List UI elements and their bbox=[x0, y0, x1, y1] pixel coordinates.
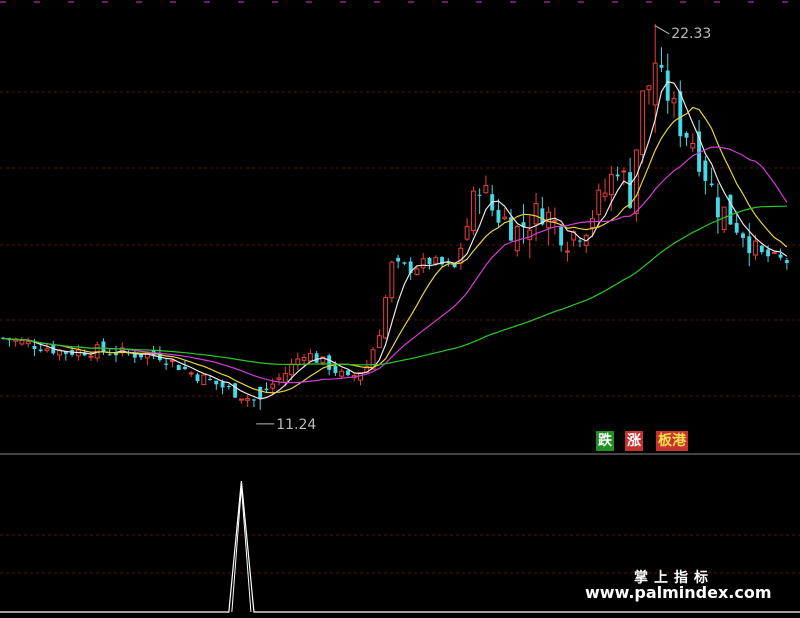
candle-body bbox=[220, 382, 225, 388]
candle-body bbox=[107, 354, 112, 356]
candle-body bbox=[282, 373, 288, 383]
candle-body bbox=[771, 251, 777, 254]
candle-body bbox=[389, 261, 395, 299]
candle-body bbox=[633, 149, 639, 214]
candle-body bbox=[766, 249, 770, 257]
candle-body bbox=[270, 383, 276, 389]
candle-body bbox=[470, 190, 476, 231]
candle-body bbox=[383, 297, 389, 339]
candle-body bbox=[19, 339, 25, 345]
candle-body bbox=[734, 222, 739, 233]
candle-body bbox=[376, 335, 382, 349]
candle-body bbox=[753, 240, 758, 256]
candle-body bbox=[552, 219, 558, 222]
watermark-url: www.palmindex.com bbox=[585, 583, 772, 602]
candle-body bbox=[703, 160, 708, 181]
candle-body bbox=[640, 90, 646, 155]
candle-body bbox=[433, 257, 439, 264]
candle-body bbox=[665, 70, 670, 101]
candle-body bbox=[602, 192, 608, 197]
candle-body bbox=[339, 370, 345, 377]
candle-body bbox=[226, 386, 231, 388]
candle-body bbox=[659, 64, 664, 68]
candle-body bbox=[245, 398, 251, 401]
candle-body bbox=[32, 345, 37, 350]
stock-chart-window: 22.33 11.24 跌 涨 板港 掌上指标 www.palmindex.com bbox=[0, 0, 800, 618]
candle-body bbox=[778, 254, 783, 258]
candle-body bbox=[527, 229, 533, 241]
candle-body bbox=[690, 142, 696, 149]
candle-body bbox=[289, 363, 294, 376]
candle-body bbox=[208, 379, 212, 381]
candle-body bbox=[784, 260, 789, 263]
candle-body bbox=[169, 360, 175, 363]
candle-body bbox=[176, 365, 181, 371]
candle-body bbox=[496, 209, 501, 223]
candle-body bbox=[747, 236, 752, 254]
rise-tag[interactable]: 涨 bbox=[625, 431, 643, 451]
candle-body bbox=[333, 365, 338, 373]
fall-tag[interactable]: 跌 bbox=[596, 431, 614, 451]
candle-body bbox=[88, 355, 94, 358]
candle-body bbox=[402, 262, 407, 264]
candle-body bbox=[195, 374, 200, 382]
high-price-label: 22.33 bbox=[671, 26, 711, 42]
candle-body bbox=[307, 353, 313, 362]
candle-body bbox=[233, 383, 238, 398]
ma-line-green bbox=[3, 205, 787, 366]
candle-body bbox=[314, 353, 319, 363]
candle-body bbox=[264, 388, 269, 391]
candle-body bbox=[44, 348, 50, 352]
candle-body bbox=[477, 194, 482, 196]
candle-body bbox=[514, 225, 520, 252]
ma-line-magenta bbox=[3, 146, 788, 384]
candle-body bbox=[346, 370, 350, 376]
candle-body bbox=[502, 216, 508, 220]
candle-body bbox=[183, 366, 187, 370]
candle-body bbox=[427, 257, 432, 265]
candle-body bbox=[533, 203, 539, 225]
candle-body bbox=[101, 341, 106, 352]
candle-body bbox=[741, 233, 745, 238]
candle-body bbox=[201, 374, 207, 386]
candle-body bbox=[590, 218, 595, 228]
candle-body bbox=[615, 174, 620, 177]
candle-body bbox=[301, 357, 307, 361]
candle-body bbox=[728, 194, 733, 225]
low-price-label: 11.24 bbox=[276, 417, 316, 433]
board-tag[interactable]: 板港 bbox=[656, 431, 688, 451]
candle-body bbox=[251, 399, 256, 401]
candle-body bbox=[759, 245, 764, 253]
candle-body bbox=[596, 189, 602, 215]
candlestick-chart: 22.33 11.24 bbox=[0, 1, 800, 613]
candle-body bbox=[715, 197, 720, 218]
candle-body bbox=[258, 386, 263, 400]
candle-body bbox=[164, 363, 169, 365]
candle-body bbox=[414, 268, 420, 275]
candle-body bbox=[188, 372, 194, 375]
candle-body bbox=[214, 380, 219, 385]
candle-body bbox=[621, 170, 627, 173]
candle-body bbox=[396, 257, 401, 262]
candle-body bbox=[646, 85, 652, 91]
candle-body bbox=[38, 349, 43, 352]
candle-body bbox=[327, 355, 332, 370]
high-pointer bbox=[654, 25, 670, 35]
candle-body bbox=[420, 258, 426, 269]
candle-body bbox=[652, 62, 658, 106]
candle-body bbox=[276, 377, 282, 380]
candle-body bbox=[564, 250, 570, 253]
candle-body bbox=[483, 185, 489, 194]
candle-body bbox=[25, 341, 31, 345]
candle-body bbox=[132, 354, 137, 358]
candle-body bbox=[684, 132, 689, 138]
candle-body bbox=[709, 183, 714, 186]
candle-body bbox=[464, 226, 470, 240]
candle-body bbox=[559, 226, 564, 246]
candle-body bbox=[671, 98, 677, 104]
candle-body bbox=[578, 240, 582, 242]
candle-body bbox=[238, 398, 244, 401]
ma-line-white bbox=[3, 81, 788, 400]
candle-body bbox=[608, 173, 614, 196]
